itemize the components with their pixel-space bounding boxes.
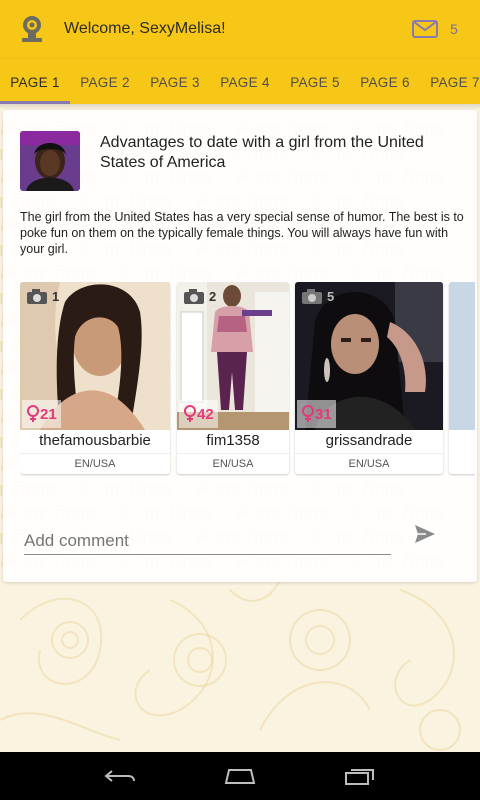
age-value: 21 xyxy=(40,405,57,423)
tab-page-1[interactable]: PAGE 1 xyxy=(0,59,70,104)
divider xyxy=(20,453,170,454)
tab-page-2[interactable]: PAGE 2 xyxy=(70,59,140,104)
floral-ornament xyxy=(0,580,461,751)
post-title: Advantages to date with a girl from the … xyxy=(100,134,424,171)
recent-apps-icon[interactable] xyxy=(300,752,420,800)
user-location: EN/USA xyxy=(212,458,254,470)
send-icon[interactable] xyxy=(413,522,437,546)
photo-count-value: 1 xyxy=(52,289,60,304)
tab-page-7[interactable]: PAGE 7 xyxy=(420,59,480,104)
user-card[interactable]: 2 42 fim1358 EN/USA xyxy=(177,282,289,474)
divider xyxy=(177,453,289,454)
tab-page-5[interactable]: PAGE 5 xyxy=(280,59,350,104)
photo-count-value: 5 xyxy=(327,289,335,304)
user-location: EN/USA xyxy=(74,458,116,470)
back-icon[interactable] xyxy=(60,752,180,800)
post-card: Advantages to date with a girl from the … xyxy=(3,110,477,582)
female-icon xyxy=(302,405,314,422)
user-card[interactable] xyxy=(449,282,475,474)
photo-count-value: 2 xyxy=(209,289,217,304)
age-badge: 31 xyxy=(297,400,336,428)
tab-page-4[interactable]: PAGE 4 xyxy=(210,59,280,104)
user-card[interactable]: 1 21 thefamousbarbie EN/USA xyxy=(20,282,170,474)
avatar[interactable] xyxy=(20,131,80,191)
user-carousel[interactable]: 1 21 thefamousbarbie EN/USA 2 42 fim1358… xyxy=(20,282,475,476)
username: fim1358 xyxy=(206,432,260,449)
comment-input[interactable] xyxy=(24,527,391,555)
photo-count: 5 xyxy=(301,288,334,305)
profile-icon[interactable] xyxy=(0,0,64,58)
page-tabs: PAGE 1 PAGE 2 PAGE 3 PAGE 4 PAGE 5 PAGE … xyxy=(0,58,480,104)
system-navigation-bar xyxy=(0,752,480,800)
username: thefamousbarbie xyxy=(39,432,151,449)
camera-icon xyxy=(184,289,204,304)
user-photo[interactable] xyxy=(449,282,475,430)
divider xyxy=(295,453,443,454)
home-icon[interactable] xyxy=(180,752,300,800)
female-icon xyxy=(184,405,196,422)
app-header: Welcome, SexyMelisa! 5 xyxy=(0,0,480,58)
tab-page-3[interactable]: PAGE 3 xyxy=(140,59,210,104)
age-badge: 42 xyxy=(179,400,218,428)
welcome-message: Welcome, SexyMelisa! xyxy=(64,20,226,37)
mail-icon[interactable] xyxy=(408,0,442,58)
photo-count: 2 xyxy=(183,288,216,305)
camera-icon xyxy=(27,289,47,304)
female-icon xyxy=(27,405,39,422)
post-body: The girl from the United States has a ve… xyxy=(20,210,464,256)
age-value: 31 xyxy=(315,405,332,423)
user-card[interactable]: 5 31 grissandrade EN/USA xyxy=(295,282,443,474)
age-badge: 21 xyxy=(22,400,61,428)
user-location: EN/USA xyxy=(348,458,390,470)
message-count: 5 xyxy=(450,21,458,37)
photo-count: 1 xyxy=(26,288,59,305)
username: grissandrade xyxy=(325,432,413,449)
age-value: 42 xyxy=(197,405,214,423)
camera-icon xyxy=(302,289,322,304)
tab-page-6[interactable]: PAGE 6 xyxy=(350,59,420,104)
